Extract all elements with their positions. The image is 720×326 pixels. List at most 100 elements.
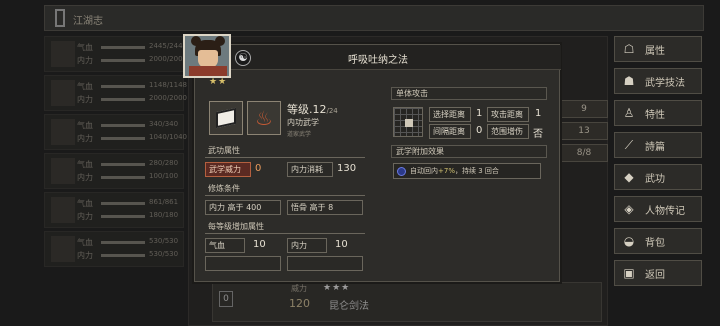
bonus-header: 每等级增加属性 [205, 221, 365, 234]
row-value: 1148/1148 [149, 81, 187, 89]
row-value: 861/861 [149, 198, 179, 206]
skill-list-item[interactable]: 0 威力 120 ★★★ 昆仑剑法 [212, 282, 602, 322]
skill-stars: ★★★ [323, 283, 351, 293]
row-value: 2445/2445 [149, 42, 187, 50]
slot-box: 0 [219, 291, 233, 307]
avatar [51, 158, 75, 184]
menu-biography-button[interactable]: ◈ 人物传记 [614, 196, 702, 222]
bonus-label: 气血 [205, 238, 245, 253]
menu-label: 武学技法 [645, 77, 685, 89]
stat-cell: 8/8 [560, 144, 608, 162]
menu-label: 武功 [645, 173, 665, 185]
stat-cell: 9 [560, 100, 608, 118]
bag-icon: ◒ [623, 234, 635, 248]
level-value: .12 [309, 103, 327, 116]
avatar [51, 119, 75, 145]
row-value: 280/280 [149, 159, 179, 167]
martial-icon: ☗ [623, 74, 635, 88]
row-value: 1040/1040 [149, 133, 187, 141]
target-type: 单体攻击 [391, 87, 547, 100]
row-value: 2000/2000 [149, 94, 187, 102]
row-label: 气血 [77, 199, 93, 208]
attr-header: 武功属性 [205, 145, 365, 158]
mp-cost-value: 130 [337, 163, 357, 174]
row-label: 内力 [77, 134, 93, 143]
menu-skills-button[interactable]: ◆ 武功 [614, 164, 702, 190]
skill-stars: ★★ [209, 77, 228, 87]
menu-label: 詩篇 [645, 141, 665, 153]
attack-range-label: 攻击距离 [487, 107, 529, 122]
party-row[interactable]: 气血内力 2445/2445 2000/2000 [44, 36, 187, 72]
row-value: 180/180 [149, 211, 179, 219]
interval-label: 间隔距离 [429, 124, 471, 139]
stat-cell: 13 [560, 122, 608, 140]
bonus-value: 10 [335, 239, 348, 250]
journal-icon[interactable] [55, 9, 65, 27]
avatar [51, 197, 75, 223]
row-value: 530/530 [149, 237, 179, 245]
menu-label: 人物传记 [645, 205, 685, 217]
bonus-value: 10 [253, 239, 266, 250]
effect-item: 自动回内+7%，持续 3 回合 [393, 163, 541, 179]
effect-icon [397, 167, 406, 176]
avatar [51, 41, 75, 67]
select-range-value: 1 [476, 108, 483, 119]
party-row[interactable]: 气血内力 530/530 530/530 [44, 231, 184, 267]
row-label: 气血 [77, 82, 93, 91]
skill-subtype: 道家武学 [287, 131, 312, 138]
scroll-icon: ◈ [624, 202, 634, 216]
row-label: 气血 [77, 238, 93, 247]
row-label: 内力 [77, 95, 93, 104]
popup-header: ☯ 呼吸吐纳之法 [195, 45, 561, 70]
power-label: 威力 [291, 284, 307, 293]
menu-return-button[interactable]: ▣ 返回 [614, 260, 702, 286]
bonus-empty-slot [287, 256, 363, 271]
skill-title: 呼吸吐纳之法 [348, 55, 408, 66]
effect-percent: +7% [438, 167, 455, 175]
row-label: 内力 [77, 212, 93, 221]
skill-detail-popup: ☯ 呼吸吐纳之法 ★★ ♨ 等级.12/24 内功武学 道家武学 武功属性 武学… [194, 44, 561, 282]
meditation-figure-icon: ♨ [247, 101, 281, 135]
menu-attributes-button[interactable]: ☖ 属性 [614, 36, 702, 62]
row-value: 530/530 [149, 250, 179, 258]
party-row[interactable]: 气血内力 1148/1148 2000/2000 [44, 75, 187, 111]
menu-bag-button[interactable]: ◒ 背包 [614, 228, 702, 254]
menu-poems-button[interactable]: ⟋ 詩篇 [614, 132, 702, 158]
menu-label: 特性 [645, 109, 665, 121]
row-label: 内力 [77, 56, 93, 65]
row-label: 气血 [77, 43, 93, 52]
row-label: 内力 [77, 251, 93, 260]
interval-value: 0 [476, 125, 483, 136]
party-row[interactable]: 气血内力 340/340 1040/1040 [44, 114, 187, 150]
party-row[interactable]: 气血 内力 280/280 100/100 [44, 153, 184, 189]
side-menu: ☖ 属性 ☗ 武学技法 ♙ 特性 ⟋ 詩篇 ◆ 武功 ◈ 人物传记 ◒ 背包 ▣ 返回 [614, 36, 702, 292]
sword-icon: ⟋ [624, 137, 634, 152]
row-value: 2000/2000 [149, 55, 187, 63]
extra-effect-header: 武学附加效果 [391, 145, 547, 158]
requirement-item: 内力 高于 400 [205, 200, 281, 215]
top-bar: 江湖志 [44, 5, 704, 31]
skill-name: 昆仑剑法 [329, 301, 369, 312]
power-value: 120 [289, 297, 310, 310]
aoe-value: 否 [533, 129, 543, 140]
mp-cost-label: 内力消耗 [287, 162, 333, 177]
select-range-label: 选择距离 [429, 107, 471, 122]
row-value: 340/340 [149, 120, 179, 128]
bonus-label: 内力 [287, 238, 327, 253]
range-grid-icon [393, 107, 423, 137]
level-max: /24 [326, 107, 338, 115]
manual-icon [209, 101, 243, 135]
menu-label: 返回 [645, 269, 665, 281]
menu-label: 属性 [645, 45, 665, 57]
return-icon: ▣ [623, 266, 635, 280]
background-stats: 9 13 8/8 [560, 40, 608, 166]
menu-traits-button[interactable]: ♙ 特性 [614, 100, 702, 126]
attack-range-value: 1 [535, 108, 542, 119]
row-label: 气血 [77, 160, 93, 169]
menu-martial-button[interactable]: ☗ 武学技法 [614, 68, 702, 94]
requirements-header: 修炼条件 [205, 183, 365, 196]
row-label: 内力 [77, 173, 93, 182]
party-row[interactable]: 气血内力 861/861 180/180 [44, 192, 184, 228]
row-label: 气血 [77, 121, 93, 130]
book-icon: ◆ [624, 170, 634, 184]
